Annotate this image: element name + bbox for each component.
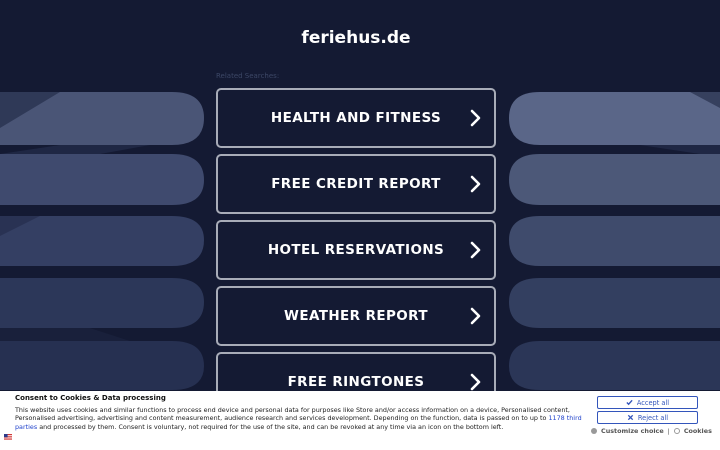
chevron-right-icon	[470, 373, 481, 391]
link-label: WEATHER REPORT	[284, 308, 428, 324]
link-label: FREE CREDIT REPORT	[271, 176, 441, 192]
related-searches-label: Related Searches:	[216, 72, 280, 80]
link-label: HOTEL RESERVATIONS	[267, 242, 445, 258]
cookie-consent-banner: Consent to Cookies & Data processing Thi…	[0, 391, 720, 450]
consent-secondary-links: Customize choice | Cookies	[591, 427, 712, 435]
bg-shape-right-1	[509, 92, 720, 145]
chevron-right-icon	[470, 241, 481, 259]
close-icon	[627, 414, 634, 421]
bg-shape-left-2	[0, 154, 204, 205]
accept-all-label: Accept all	[636, 398, 670, 407]
site-domain-title: feriehus.de	[301, 28, 411, 48]
bg-shape-left-3	[0, 216, 204, 266]
bg-diagonal-right-1	[640, 145, 720, 154]
link-label: FREE RINGTONES	[287, 374, 425, 390]
link-hotel-reservations[interactable]: HOTEL RESERVATIONS	[216, 220, 496, 280]
check-icon	[626, 399, 633, 406]
bg-diagonal-left-3	[0, 328, 130, 341]
link-free-credit-report[interactable]: FREE CREDIT REPORT	[216, 154, 496, 214]
separator: |	[667, 427, 670, 435]
consent-description: This website uses cookies and similar fu…	[15, 406, 587, 431]
reject-all-button[interactable]: Reject all	[597, 411, 698, 424]
gear-icon	[591, 428, 597, 434]
chevron-right-icon	[470, 109, 481, 127]
customize-choice-link[interactable]: Customize choice	[601, 427, 664, 435]
bg-diagonal-left-1	[0, 145, 150, 154]
cookie-icon	[673, 428, 680, 434]
accept-all-button[interactable]: Accept all	[597, 396, 698, 409]
link-health-and-fitness[interactable]: HEALTH AND FITNESS	[216, 88, 496, 148]
bg-shape-left-5	[0, 341, 204, 390]
consent-title: Consent to Cookies & Data processing	[15, 394, 166, 402]
chevron-right-icon	[470, 307, 481, 325]
us-flag-icon[interactable]	[4, 434, 12, 440]
bg-shape-right-3	[509, 216, 720, 266]
bg-shape-right-2	[509, 154, 720, 205]
reject-all-label: Reject all	[637, 413, 669, 422]
related-links-list: HEALTH AND FITNESS FREE CREDIT REPORT HO…	[216, 88, 496, 418]
bg-shape-left-4	[0, 278, 204, 328]
consent-text-part1: This website uses cookies and similar fu…	[15, 406, 570, 423]
consent-text-part2: and processed by them. Consent is volunt…	[37, 422, 504, 431]
bg-shape-right-4	[509, 278, 720, 328]
cookies-link[interactable]: Cookies	[684, 427, 712, 435]
chevron-right-icon	[470, 175, 481, 193]
link-weather-report[interactable]: WEATHER REPORT	[216, 286, 496, 346]
bg-shape-right-5	[509, 341, 720, 390]
link-label: HEALTH AND FITNESS	[270, 110, 442, 126]
